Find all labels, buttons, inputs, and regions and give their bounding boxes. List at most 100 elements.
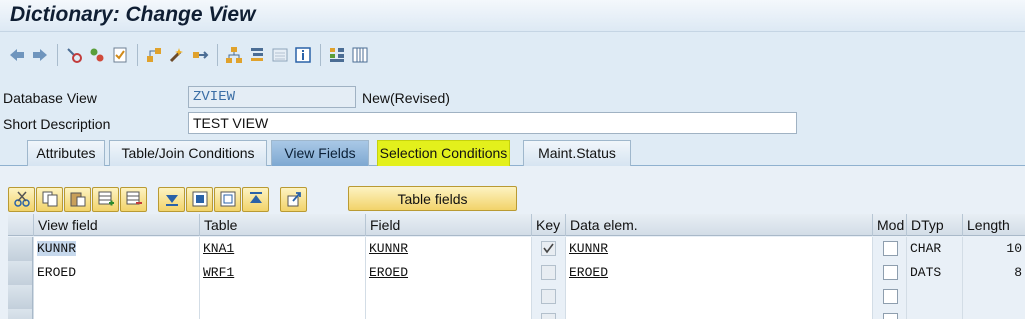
- key-checkbox: [541, 313, 556, 319]
- mod-checkbox[interactable]: [883, 241, 898, 256]
- check-icon[interactable]: [109, 44, 131, 66]
- key-checkbox: [541, 241, 556, 256]
- column-header-dtyp[interactable]: DTyp: [906, 214, 962, 236]
- delete-row-icon[interactable]: [120, 186, 147, 212]
- mod-checkbox[interactable]: [883, 313, 898, 319]
- field-cell[interactable]: [365, 309, 531, 319]
- view-field-cell[interactable]: [33, 309, 199, 319]
- select-block-icon[interactable]: [186, 186, 213, 212]
- toolbar-separator: [320, 44, 321, 66]
- short-description-field[interactable]: TEST VIEW: [188, 112, 797, 134]
- tab-selection-conditions[interactable]: Selection Conditions: [377, 140, 510, 166]
- data-elem-cell[interactable]: [565, 285, 872, 309]
- field-cell[interactable]: EROED: [365, 261, 531, 285]
- key-checkbox: [541, 289, 556, 304]
- tab-view-fields[interactable]: View Fields: [271, 140, 369, 166]
- mod-cell: [872, 285, 906, 309]
- length-cell: [962, 309, 1025, 319]
- column-header-field[interactable]: Field: [365, 214, 531, 236]
- layout-icon[interactable]: [326, 44, 348, 66]
- columns-icon[interactable]: [349, 44, 371, 66]
- tab-attributes[interactable]: Attributes: [27, 140, 105, 166]
- column-header-length[interactable]: Length: [962, 214, 1025, 236]
- application-toolbar: [0, 38, 1025, 72]
- key-cell: [531, 237, 565, 261]
- database-view-label: Database View: [3, 90, 97, 106]
- select-all-icon[interactable]: [158, 186, 185, 212]
- row-selector[interactable]: [8, 237, 33, 261]
- move-up-icon[interactable]: [242, 186, 269, 212]
- mod-checkbox[interactable]: [883, 289, 898, 304]
- where-used-icon[interactable]: [166, 44, 188, 66]
- mod-cell: [872, 309, 906, 319]
- display-change-icon[interactable]: [86, 44, 108, 66]
- database-view-field[interactable]: ZVIEW: [188, 86, 356, 108]
- length-cell: 10: [962, 237, 1025, 261]
- activate-icon[interactable]: [143, 44, 165, 66]
- column-header-key[interactable]: Key: [531, 214, 565, 236]
- cut-icon[interactable]: [8, 186, 35, 212]
- dtyp-cell: [906, 285, 962, 309]
- table-cell[interactable]: [199, 285, 365, 309]
- length-cell: [962, 285, 1025, 309]
- deselect-icon[interactable]: [214, 186, 241, 212]
- table-row: KUNNR KNA1 KUNNR KUNNR CHAR 10: [8, 237, 1025, 261]
- object-list-icon[interactable]: [189, 44, 211, 66]
- column-header-mod[interactable]: Mod: [872, 214, 906, 236]
- back-arrow-icon[interactable]: [6, 44, 28, 66]
- table-cell[interactable]: [199, 309, 365, 319]
- column-header-view-field[interactable]: View field: [33, 214, 199, 236]
- field-cell[interactable]: [365, 285, 531, 309]
- tab-maint-status[interactable]: Maint.Status: [523, 140, 631, 166]
- row-selector[interactable]: [8, 309, 33, 319]
- toolbar-separator: [217, 44, 218, 66]
- dtyp-cell: CHAR: [906, 237, 962, 261]
- field-cell[interactable]: KUNNR: [365, 237, 531, 261]
- table-row: [8, 309, 1025, 319]
- mod-checkbox[interactable]: [883, 265, 898, 280]
- page-title: Dictionary: Change View: [10, 3, 256, 26]
- row-selector[interactable]: [8, 285, 33, 309]
- data-elem-cell[interactable]: EROED: [565, 261, 872, 285]
- paste-icon[interactable]: [64, 186, 91, 212]
- copy-icon[interactable]: [36, 186, 63, 212]
- toolbar-separator: [57, 44, 58, 66]
- column-header-table[interactable]: Table: [199, 214, 365, 236]
- grid-header: View field Table Field Key Data elem. Mo…: [8, 214, 1025, 236]
- database-view-status: New(Revised): [362, 90, 450, 106]
- table-row: [8, 285, 1025, 309]
- dtyp-cell: DATS: [906, 261, 962, 285]
- table-cell[interactable]: KNA1: [199, 237, 365, 261]
- key-cell: [531, 285, 565, 309]
- navigate-icon[interactable]: [246, 44, 268, 66]
- insert-row-icon[interactable]: [92, 186, 119, 212]
- contents-icon[interactable]: [269, 44, 291, 66]
- hierarchy-icon[interactable]: [223, 44, 245, 66]
- data-elem-cell[interactable]: [565, 309, 872, 319]
- view-field-cell[interactable]: [33, 285, 199, 309]
- length-cell: 8: [962, 261, 1025, 285]
- forward-arrow-icon[interactable]: [29, 44, 51, 66]
- info-icon[interactable]: [292, 44, 314, 66]
- column-header-data-elem[interactable]: Data elem.: [565, 214, 872, 236]
- dtyp-cell: [906, 309, 962, 319]
- short-description-row: Short Description TEST VIEW: [0, 112, 1025, 134]
- table-cell[interactable]: WRF1: [199, 261, 365, 285]
- database-view-row: Database View ZVIEW New(Revised): [0, 86, 1025, 108]
- data-elem-cell[interactable]: KUNNR: [565, 237, 872, 261]
- mod-cell: [872, 237, 906, 261]
- other-object-icon[interactable]: [63, 44, 85, 66]
- tab-content: Table fields View field Table Field Key …: [0, 166, 1025, 319]
- key-cell: [531, 261, 565, 285]
- key-checkbox: [541, 265, 556, 280]
- table-toolbar: [8, 186, 308, 212]
- key-cell: [531, 309, 565, 319]
- title-bar: Dictionary: Change View: [0, 0, 1025, 32]
- table-fields-button[interactable]: Table fields: [348, 186, 517, 211]
- view-field-cell[interactable]: KUNNR: [33, 237, 199, 261]
- row-selector[interactable]: [8, 261, 33, 285]
- tab-table-join-conditions[interactable]: Table/Join Conditions: [109, 140, 267, 166]
- view-field-cell[interactable]: EROED: [33, 261, 199, 285]
- tab-strip: Attributes Table/Join Conditions View Fi…: [0, 138, 1025, 166]
- transport-icon[interactable]: [280, 186, 307, 212]
